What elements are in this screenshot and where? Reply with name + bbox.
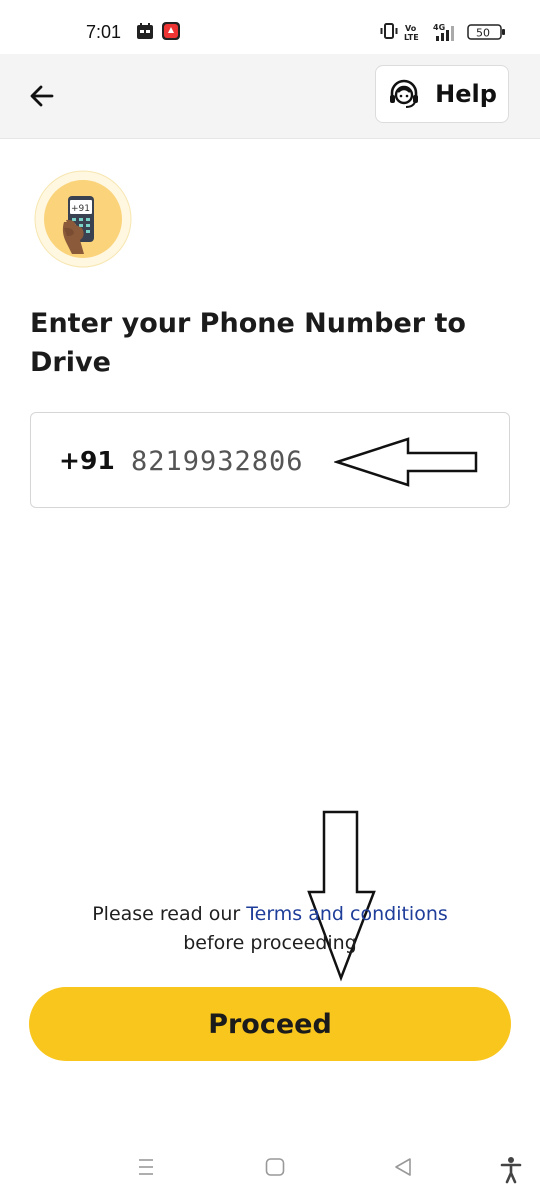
phone-illustration: +91 bbox=[34, 170, 132, 268]
vibrate-icon bbox=[380, 23, 398, 39]
calendar-icon bbox=[137, 23, 153, 39]
system-nav-bar bbox=[0, 1140, 540, 1200]
help-label: Help bbox=[435, 80, 497, 108]
country-code: +91 bbox=[59, 446, 115, 475]
recent-apps-icon[interactable] bbox=[136, 1156, 156, 1178]
battery-icon: 50 bbox=[467, 24, 505, 40]
svg-text:Vo: Vo bbox=[405, 24, 417, 33]
phone-number-input[interactable] bbox=[131, 441, 321, 481]
terms-suffix: before proceeding bbox=[183, 932, 357, 954]
svg-text:4G: 4G bbox=[433, 23, 445, 32]
terms-prefix: Please read our bbox=[92, 903, 247, 925]
arrow-left-icon bbox=[30, 85, 54, 107]
page-title: Enter your Phone Number to Drive bbox=[30, 308, 466, 378]
battery-level: 50 bbox=[476, 27, 490, 40]
annotation-arrow-left bbox=[334, 437, 478, 487]
back-button[interactable] bbox=[22, 76, 62, 116]
accessibility-icon[interactable] bbox=[500, 1156, 522, 1184]
status-time: 7:01 bbox=[86, 22, 122, 42]
volte-icon: Vo LTE bbox=[404, 24, 419, 42]
support-agent-icon bbox=[390, 79, 419, 108]
terms-notice: Please read our Terms and conditions bef… bbox=[0, 900, 540, 958]
phone-badge-text: +91 bbox=[71, 204, 90, 214]
status-bar: 7:01 Vo LTE 4G 50 bbox=[0, 0, 540, 54]
help-button[interactable]: Help bbox=[375, 65, 509, 123]
signal-4g-icon: 4G bbox=[433, 23, 454, 41]
back-triangle-icon[interactable] bbox=[392, 1156, 414, 1178]
terms-link[interactable]: Terms and conditions bbox=[246, 903, 448, 925]
hand-holding-phone-icon: +91 bbox=[34, 170, 132, 268]
notification-icon bbox=[162, 22, 180, 40]
svg-text:LTE: LTE bbox=[404, 33, 419, 42]
home-icon[interactable] bbox=[264, 1156, 286, 1178]
proceed-button[interactable]: Proceed bbox=[29, 987, 511, 1061]
app-header: Help bbox=[0, 54, 540, 139]
